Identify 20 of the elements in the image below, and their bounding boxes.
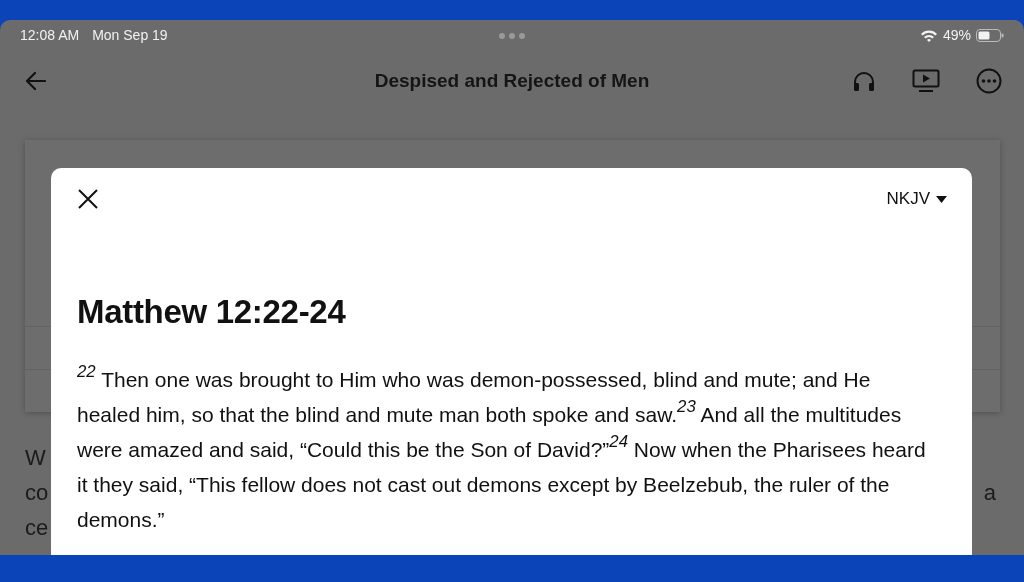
battery-percentage: 49% — [942, 27, 971, 43]
battery-icon — [976, 28, 1004, 42]
back-arrow-icon[interactable] — [24, 71, 46, 91]
background-text: co — [25, 479, 49, 507]
video-player-icon[interactable] — [912, 69, 940, 93]
background-text: ce — [25, 514, 49, 542]
background-text: a — [983, 479, 996, 507]
wifi-icon — [919, 28, 938, 42]
multitasking-dots-icon[interactable] — [499, 33, 525, 39]
version-dropdown[interactable]: NKJV — [886, 189, 947, 209]
more-options-icon[interactable] — [976, 68, 1002, 94]
status-time: 12:08 AM — [20, 27, 80, 43]
passage-heading: Matthew 12:22-24 — [77, 292, 347, 332]
passage-text: $^{22}$ Then one was brought to Him who was demon-possessed, blind and mute; and He healed him, so that the blind and mute man both spoke and saw.$^{23}$ And all the multitudes were amazed and said, “Could this be the Son of David?”$^{24}$ Now when the Pharisees heard it they said, “This fellow does not cast out demons except by Beelzebub, the ruler of the demons.” — [77, 362, 927, 533]
close-icon[interactable] — [77, 188, 99, 210]
page-title: Despised and Rejected of Men — [374, 70, 650, 92]
headphones-icon[interactable] — [852, 70, 876, 92]
background-text: W — [25, 444, 47, 472]
status-date: Mon Sep 19 — [92, 27, 168, 43]
caret-icon — [936, 195, 947, 203]
